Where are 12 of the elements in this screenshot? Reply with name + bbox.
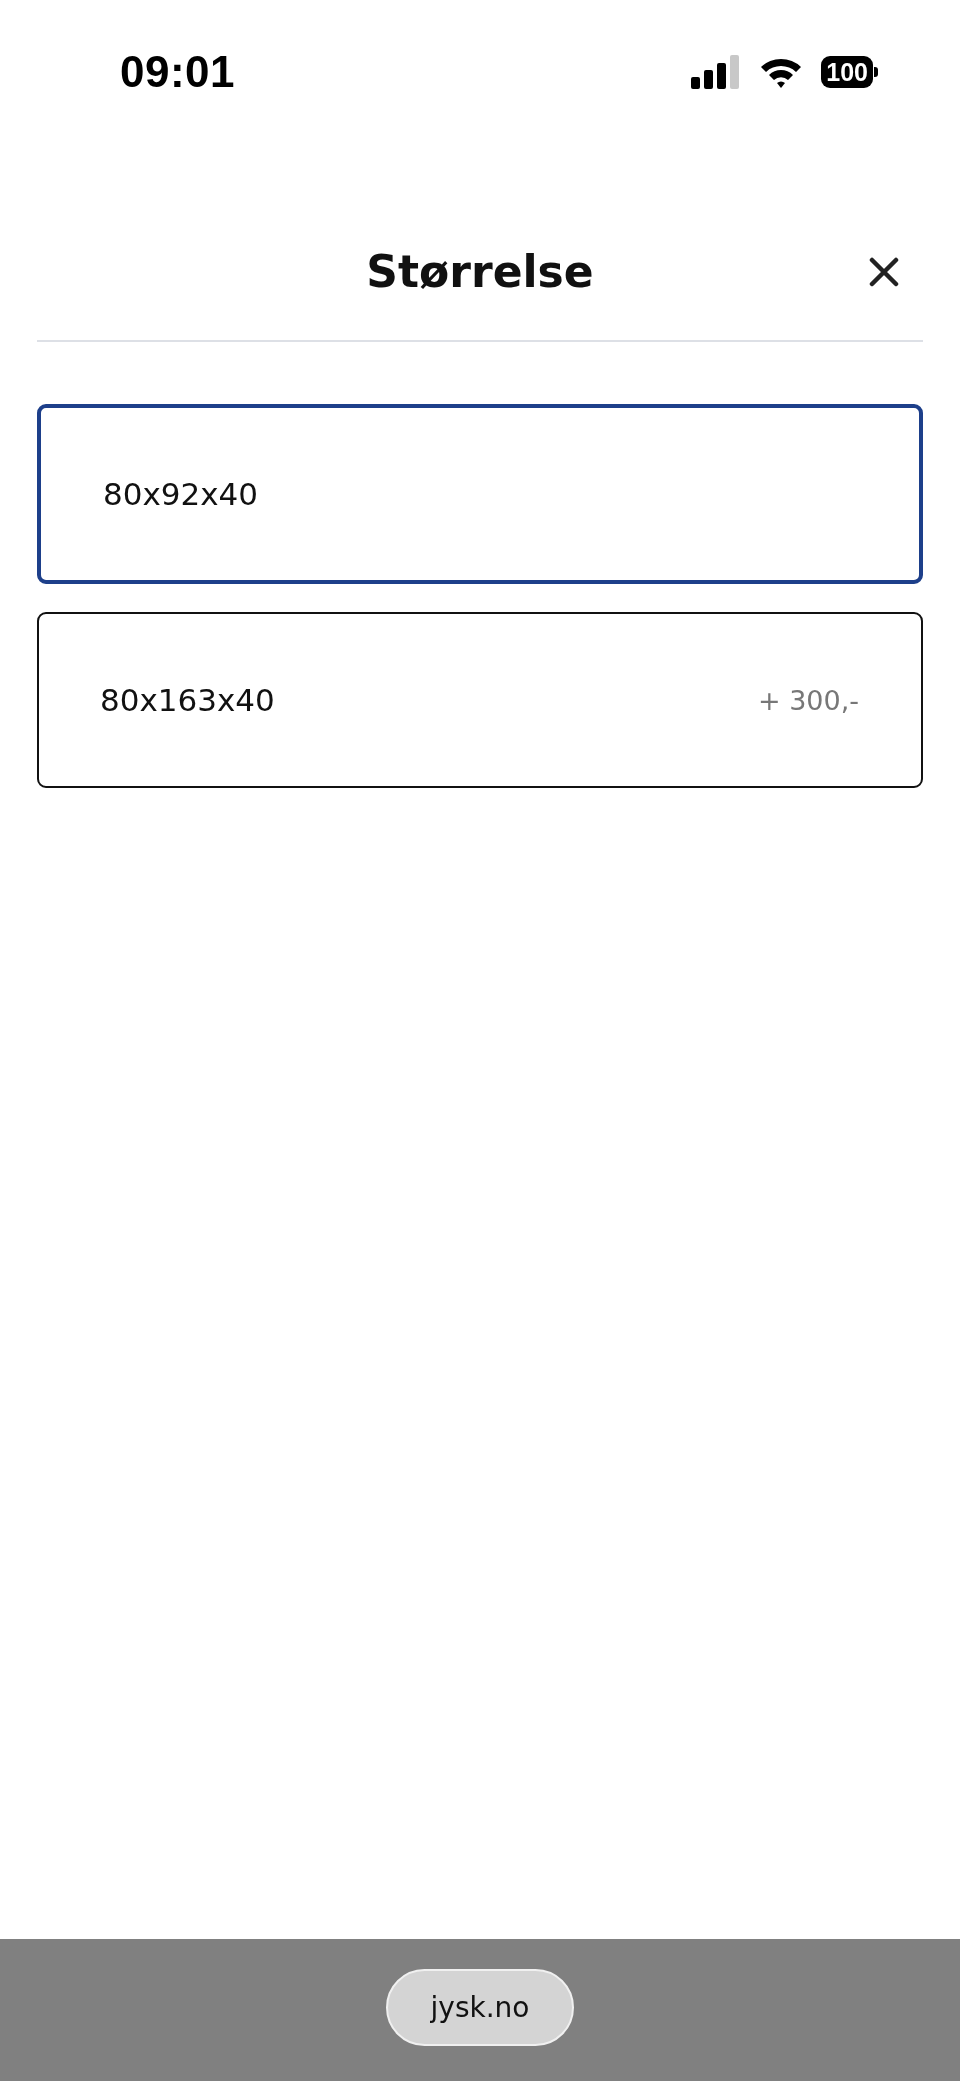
size-label: 80x92x40 [103, 476, 259, 512]
status-time: 09:01 [120, 47, 236, 97]
sheet-title: Størrelse [366, 245, 594, 299]
price-surcharge: + 300,- [757, 684, 859, 716]
battery-indicator: 100 [821, 56, 878, 88]
size-option[interactable]: 80x92x40 [37, 404, 923, 584]
close-icon[interactable] [869, 257, 899, 287]
wifi-icon [759, 56, 804, 88]
signal-icon [691, 55, 742, 89]
size-label: 80x163x40 [100, 682, 275, 718]
size-option[interactable]: 80x163x40 + 300,- [37, 612, 923, 788]
address-bar[interactable]: jysk.no [386, 1969, 574, 2046]
